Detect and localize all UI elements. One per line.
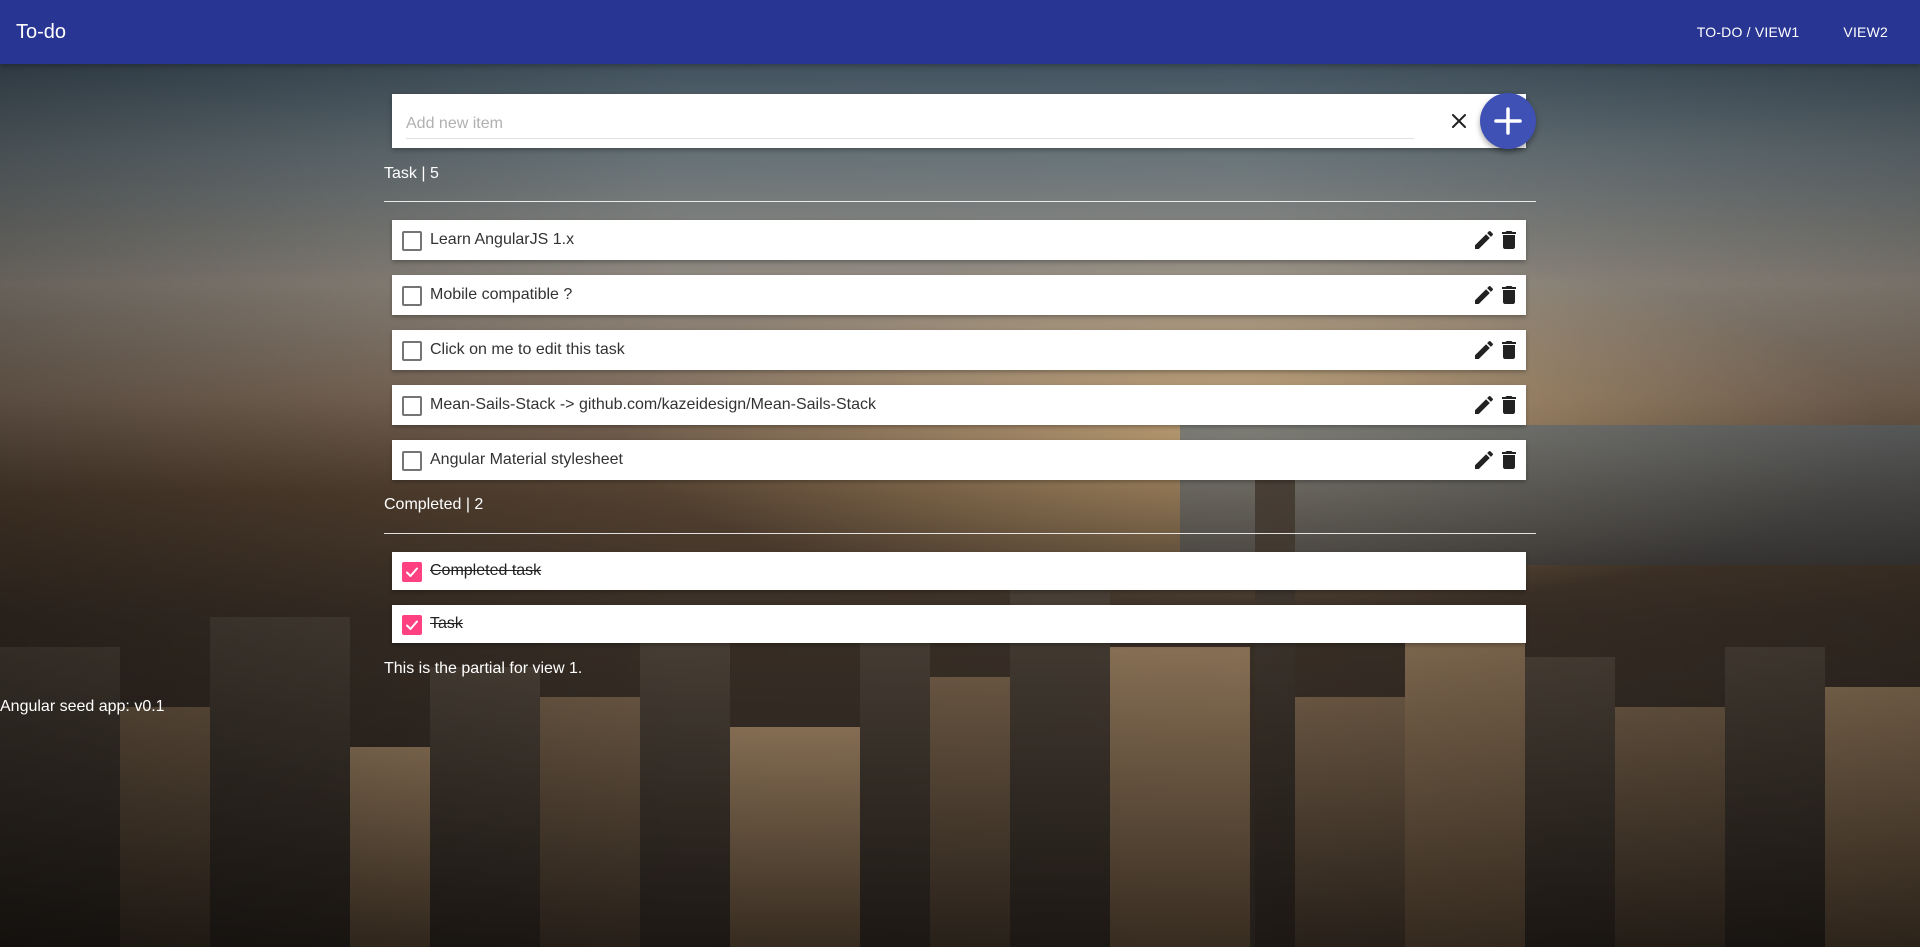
check-icon: [406, 620, 418, 630]
trash-icon[interactable]: [1497, 393, 1521, 417]
trash-icon[interactable]: [1497, 228, 1521, 252]
task-row[interactable]: Click on me to edit this task: [392, 330, 1526, 370]
task-row[interactable]: Mean-Sails-Stack -> github.com/kazeidesi…: [392, 385, 1526, 425]
completed-task-checkbox[interactable]: [402, 562, 422, 582]
completed-header: Completed | 2: [384, 496, 484, 513]
task-checkbox[interactable]: [402, 451, 422, 471]
task-row[interactable]: Angular Material stylesheet: [392, 440, 1526, 480]
tasks-divider: [384, 201, 1536, 202]
task-label[interactable]: Angular Material stylesheet: [430, 440, 623, 480]
trash-icon[interactable]: [1497, 338, 1521, 362]
task-checkbox[interactable]: [402, 341, 422, 361]
plus-icon: [1494, 107, 1522, 135]
task-label[interactable]: Click on me to edit this task: [430, 330, 625, 370]
task-row[interactable]: Mobile compatible ?: [392, 275, 1526, 315]
add-item-button[interactable]: [1480, 93, 1536, 149]
pencil-icon[interactable]: [1472, 448, 1496, 472]
pencil-icon[interactable]: [1472, 283, 1496, 307]
completed-task-row[interactable]: Completed task: [392, 552, 1526, 590]
completed-task-label[interactable]: Task: [430, 605, 463, 643]
tasks-header: Task | 5: [384, 165, 439, 182]
task-label[interactable]: Mean-Sails-Stack -> github.com/kazeidesi…: [430, 385, 876, 425]
footer-version-text: Angular seed app: v0.1: [0, 698, 165, 715]
pencil-icon[interactable]: [1472, 338, 1496, 362]
task-checkbox[interactable]: [402, 286, 422, 306]
task-label[interactable]: Learn AngularJS 1.x: [430, 220, 574, 260]
pencil-icon[interactable]: [1472, 393, 1496, 417]
completed-task-row[interactable]: Task: [392, 605, 1526, 643]
completed-task-checkbox[interactable]: [402, 615, 422, 635]
task-label[interactable]: Mobile compatible ?: [430, 275, 572, 315]
task-checkbox[interactable]: [402, 396, 422, 416]
close-icon[interactable]: [1447, 109, 1471, 133]
add-item-input[interactable]: [406, 106, 1414, 139]
task-checkbox[interactable]: [402, 231, 422, 251]
task-row[interactable]: Learn AngularJS 1.x: [392, 220, 1526, 260]
trash-icon[interactable]: [1497, 448, 1521, 472]
partial-text: This is the partial for view 1.: [384, 660, 583, 677]
add-item-bar: [392, 93, 1536, 149]
trash-icon[interactable]: [1497, 283, 1521, 307]
nav-link-view2[interactable]: VIEW2: [1821, 0, 1910, 64]
completed-divider: [384, 533, 1536, 534]
app-title: To-do: [16, 21, 67, 43]
top-toolbar: To-do TO-DO / VIEW1 VIEW2: [0, 0, 1920, 64]
pencil-icon[interactable]: [1472, 228, 1496, 252]
completed-task-label[interactable]: Completed task: [430, 552, 541, 590]
check-icon: [406, 567, 418, 577]
nav-link-todo-view1[interactable]: TO-DO / VIEW1: [1675, 0, 1822, 64]
top-nav: TO-DO / VIEW1 VIEW2: [1675, 0, 1910, 64]
